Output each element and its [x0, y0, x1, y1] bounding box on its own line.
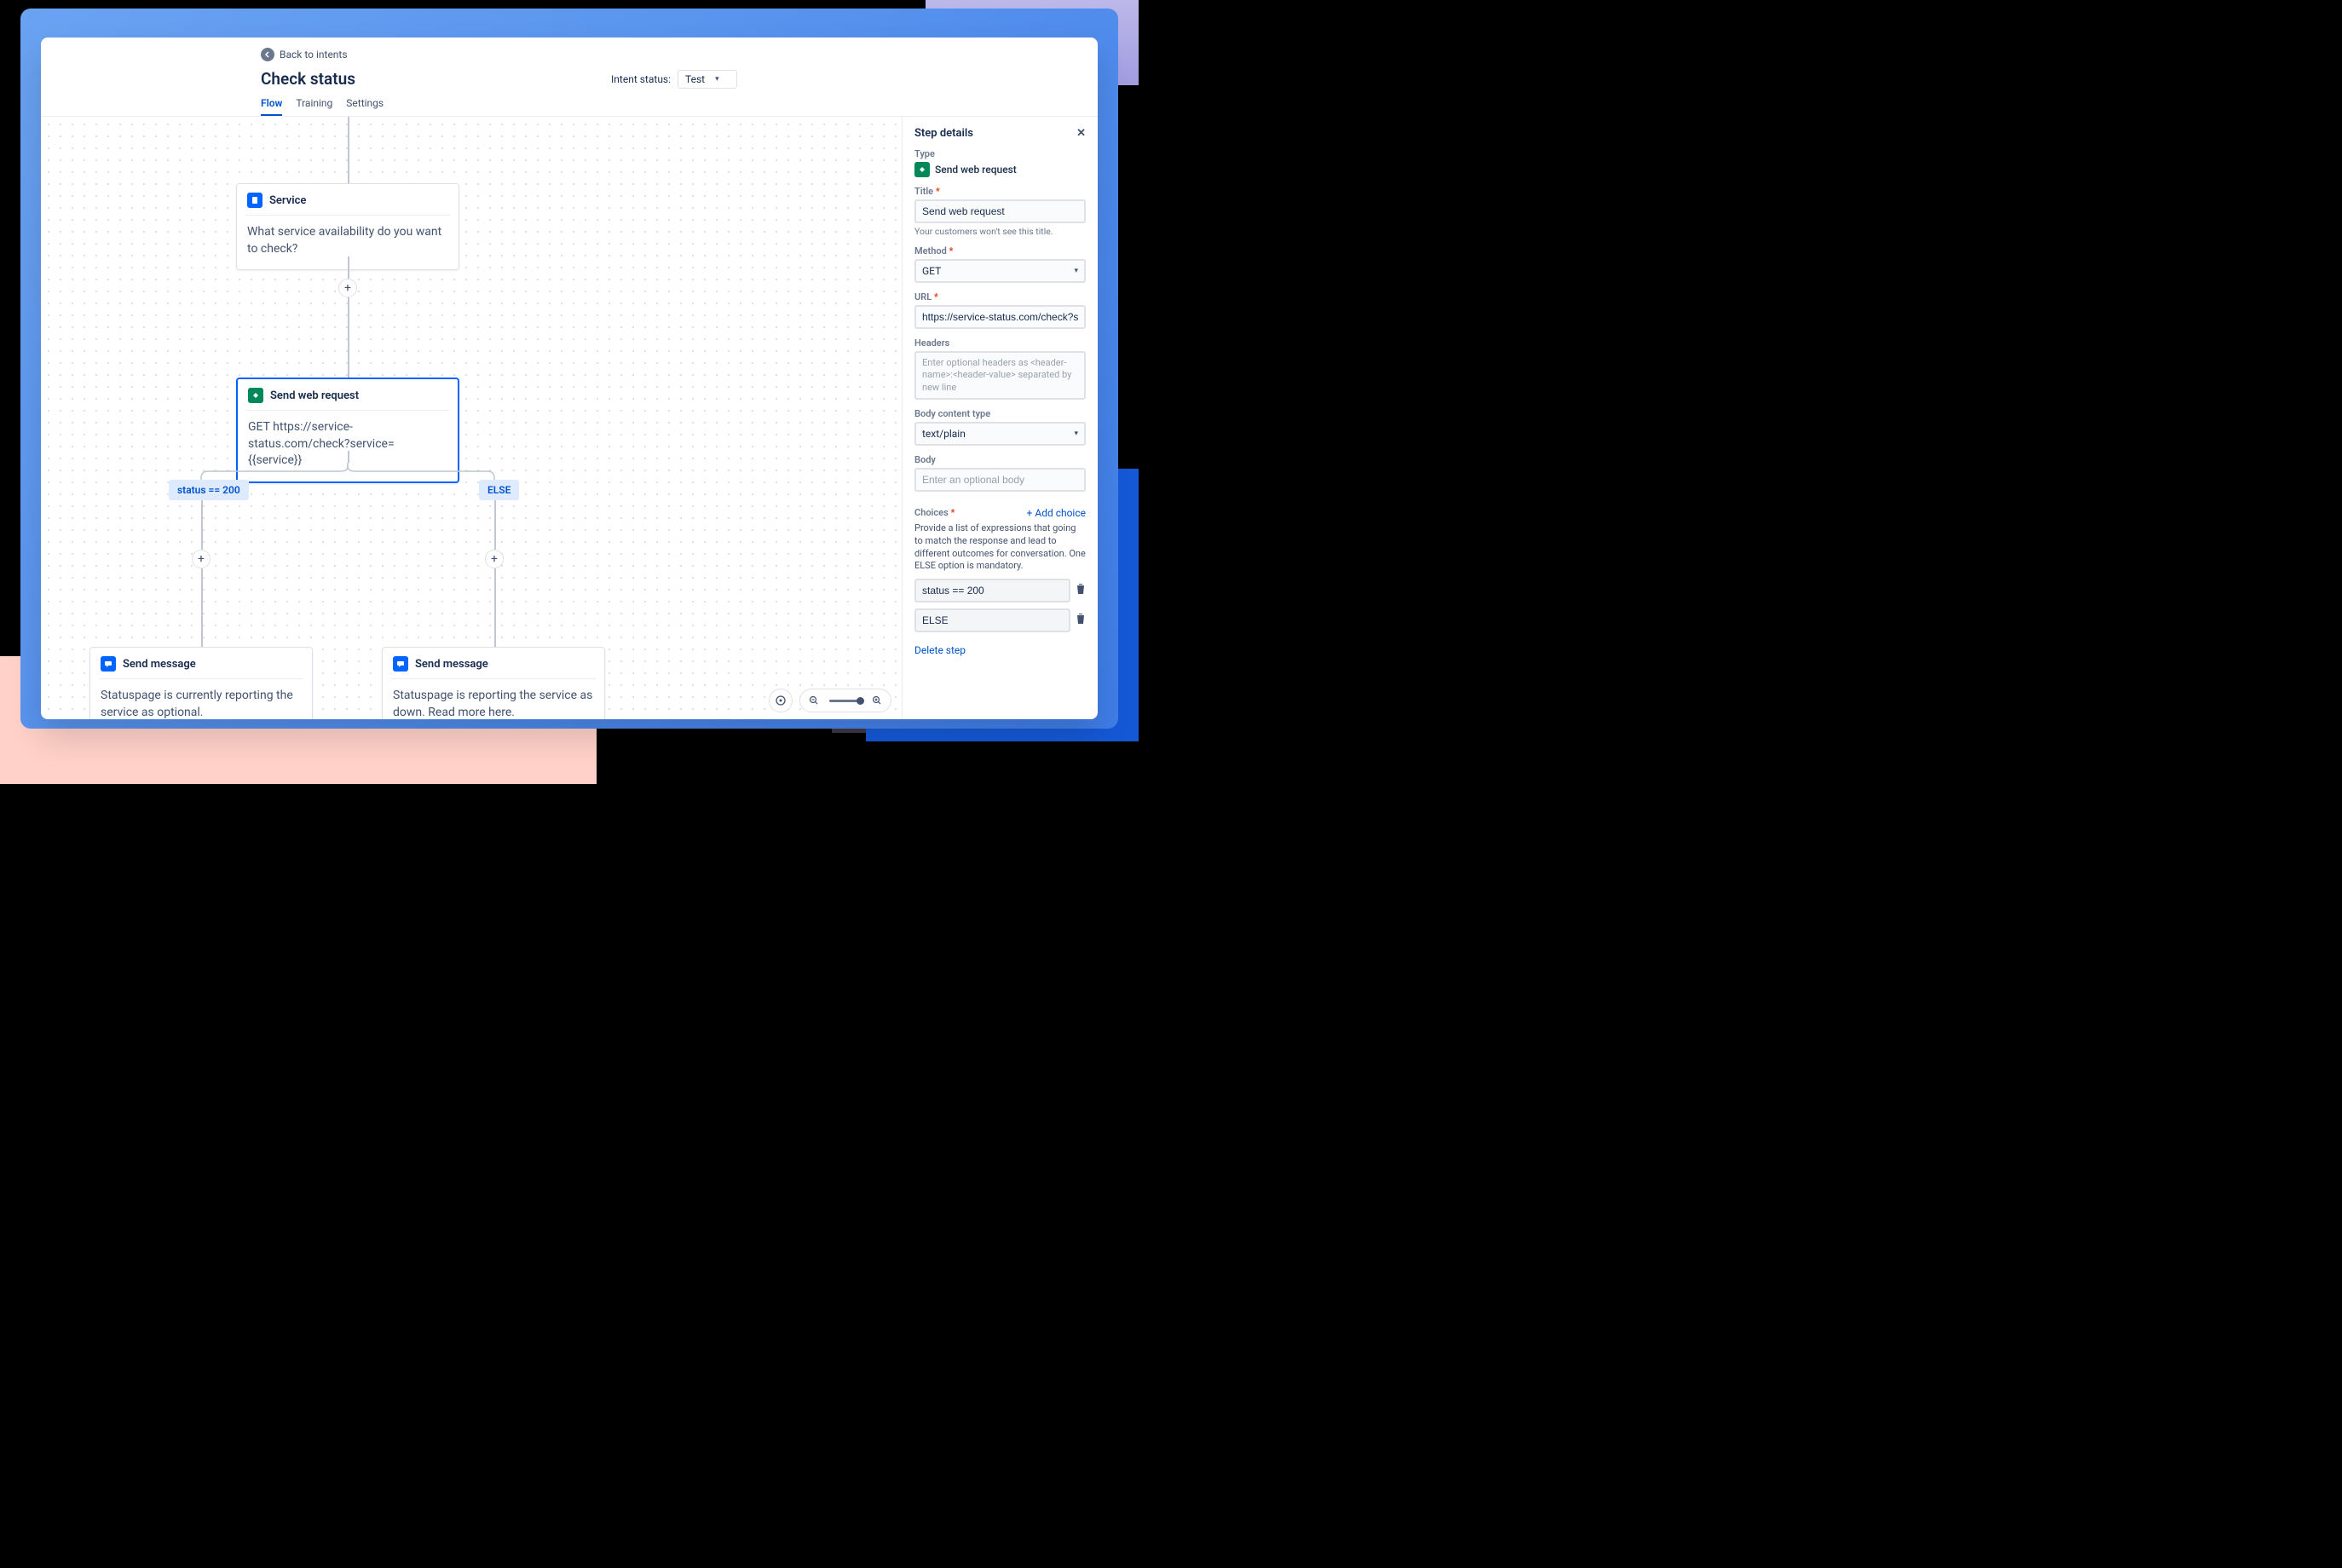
zoom-out-button[interactable] — [805, 692, 822, 709]
body-label: Body — [914, 454, 1086, 465]
close-panel-button[interactable]: ✕ — [1076, 127, 1086, 140]
url-label: URL — [914, 291, 1086, 303]
connector — [494, 500, 496, 550]
choice-input-1[interactable] — [914, 579, 1070, 602]
node-body: Statuspage is currently reporting the se… — [90, 679, 312, 719]
plus-icon: + — [1027, 507, 1033, 519]
bodytype-select[interactable]: text/plain ▾ — [914, 422, 1086, 446]
web-request-icon — [914, 162, 930, 177]
canvas-controls — [769, 689, 891, 712]
connector — [348, 257, 349, 279]
add-step-left-button[interactable]: + — [192, 550, 211, 568]
node-title: Send message — [123, 658, 196, 671]
url-input[interactable] — [914, 305, 1086, 329]
node-send-message-left[interactable]: Send message Statuspage is currently rep… — [89, 647, 313, 719]
message-icon — [393, 656, 408, 672]
intent-status-select[interactable]: Test ▾ — [678, 70, 737, 89]
intent-status-label: Intent status: — [611, 73, 671, 85]
connector — [201, 500, 203, 550]
zoom-in-button[interactable] — [868, 692, 885, 709]
type-label: Type — [914, 148, 1086, 159]
title-label: Title — [914, 186, 1086, 197]
choice-input-2[interactable] — [914, 608, 1070, 632]
connector — [348, 451, 349, 463]
node-body: Statuspage is reporting the service as d… — [383, 679, 604, 719]
method-value: GET — [922, 265, 941, 277]
connector — [348, 117, 349, 183]
node-body: GET https://service-status.com/check?ser… — [238, 411, 458, 481]
chevron-down-icon: ▾ — [1074, 429, 1078, 438]
headers-label: Headers — [914, 337, 1086, 349]
type-value: Send web request — [935, 164, 1017, 176]
back-arrow-icon — [261, 48, 274, 61]
tab-flow[interactable]: Flow — [261, 97, 282, 116]
choices-description: Provide a list of expressions that going… — [914, 522, 1086, 573]
intent-status-value: Test — [685, 73, 705, 85]
web-request-icon — [248, 388, 263, 403]
bodytype-value: text/plain — [922, 428, 966, 440]
node-title: Send message — [415, 658, 488, 671]
delete-step-link[interactable]: Delete step — [914, 644, 966, 656]
method-label: Method — [914, 245, 1086, 257]
main-area: Service What service availability do you… — [41, 117, 1098, 719]
flow-canvas[interactable]: Service What service availability do you… — [41, 117, 902, 719]
title-input[interactable] — [914, 199, 1086, 223]
title-help: Your customers won't see this title. — [914, 226, 1086, 237]
back-label: Back to intents — [280, 49, 348, 61]
add-step-button[interactable]: + — [338, 279, 357, 297]
chevron-down-icon: ▾ — [715, 75, 719, 84]
body-input[interactable] — [914, 468, 1086, 492]
page-title: Check status — [261, 69, 355, 89]
delete-choice-1-button[interactable] — [1076, 583, 1086, 598]
node-web-request[interactable]: Send web request GET https://service-sta… — [236, 378, 459, 483]
choices-label: Choices — [914, 507, 955, 518]
sidebar-heading: Step details — [914, 127, 973, 140]
node-title: Service — [269, 194, 306, 207]
back-to-intents-link[interactable]: Back to intents — [261, 48, 348, 61]
node-send-message-right[interactable]: Send message Statuspage is reporting the… — [382, 647, 605, 719]
connector — [494, 568, 496, 647]
node-title: Send web request — [270, 389, 359, 402]
add-choice-button[interactable]: + Add choice — [1027, 507, 1086, 519]
connector — [201, 568, 203, 647]
type-value-row: Send web request — [914, 162, 1086, 177]
method-select[interactable]: GET ▾ — [914, 259, 1086, 283]
message-icon — [101, 656, 116, 672]
app-window: Back to intents Check status Intent stat… — [41, 37, 1098, 719]
tab-training[interactable]: Training — [296, 97, 332, 116]
zoom-control — [799, 689, 891, 712]
step-details-panel: Step details ✕ Type Send web request Tit… — [902, 117, 1098, 719]
tab-settings[interactable]: Settings — [346, 97, 384, 116]
headers-input[interactable]: Enter optional headers as <header-name>:… — [914, 351, 1086, 400]
document-icon — [247, 193, 262, 208]
connector — [348, 297, 349, 378]
add-choice-label: Add choice — [1035, 507, 1086, 519]
chevron-down-icon: ▾ — [1074, 267, 1078, 275]
topbar: Back to intents Check status Intent stat… — [41, 37, 1098, 117]
add-step-right-button[interactable]: + — [485, 550, 504, 568]
zoom-slider[interactable] — [829, 700, 862, 702]
recenter-button[interactable] — [769, 689, 793, 712]
bodytype-label: Body content type — [914, 408, 1086, 419]
branch-chip-left[interactable]: status == 200 — [169, 480, 249, 500]
branch-chip-right[interactable]: ELSE — [479, 480, 519, 500]
delete-choice-2-button[interactable] — [1076, 613, 1086, 628]
